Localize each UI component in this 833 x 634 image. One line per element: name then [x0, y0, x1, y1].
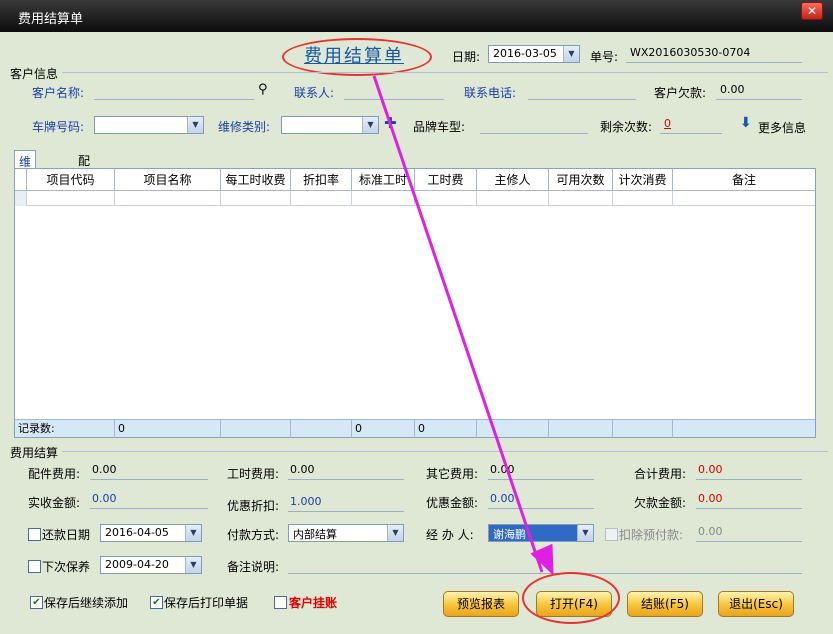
window-title: 费用结算单: [18, 12, 84, 27]
settlement-window: 费用结算单 ✕ 费用结算单 日期: 2016-03-05 ▼ 单号: WX201…: [0, 0, 833, 634]
annotation-arrow: [372, 75, 554, 576]
close-button[interactable]: ✕: [801, 2, 823, 20]
arrow-shaft: [372, 75, 544, 573]
form-body: 费用结算单 日期: 2016-03-05 ▼ 单号: WX2016030530-…: [2, 32, 831, 632]
title-bar[interactable]: 费用结算单 ✕: [0, 0, 833, 32]
